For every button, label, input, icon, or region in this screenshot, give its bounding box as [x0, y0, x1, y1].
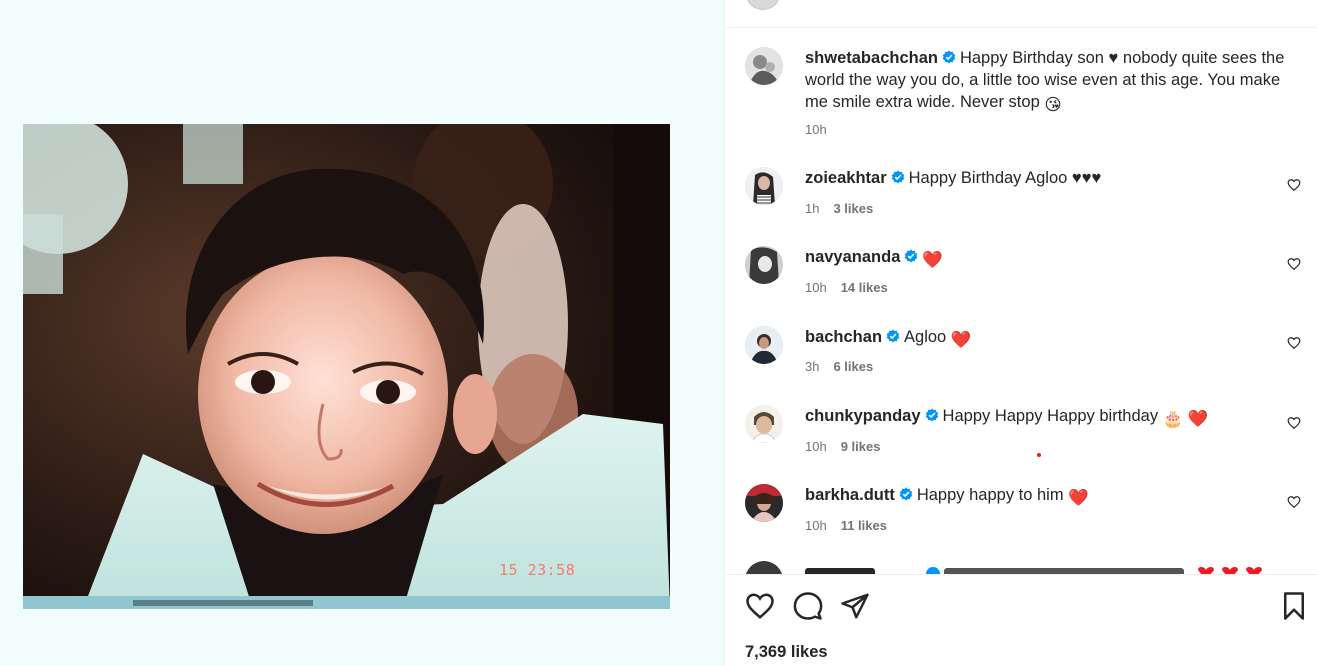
caption-username[interactable]: shwetabachchan: [805, 49, 938, 67]
like-comment-heart-icon[interactable]: [1287, 416, 1301, 430]
caption-text: shwetabachchan Happy Birthday son ♥ nobod…: [805, 47, 1295, 116]
red-heart-emoji: ❤️: [922, 251, 943, 269]
comment-body: Happy happy to him: [916, 486, 1064, 504]
avatar[interactable]: [745, 47, 783, 85]
comment-text: bachchan Agloo ❤️: [805, 326, 1295, 351]
photo-date-stamp: 15 23:58: [499, 561, 576, 579]
post-photo[interactable]: 15 23:58: [23, 124, 670, 609]
previous-item-strip: [726, 0, 1317, 28]
comment-meta: 1h 3 likes: [805, 201, 873, 216]
verified-badge-icon: [905, 249, 918, 263]
caption-meta: 10h: [805, 122, 827, 137]
verified-badge-icon: [886, 329, 900, 343]
red-heart-emoji: ❤️: [950, 331, 972, 349]
comment-username[interactable]: barkha.dutt: [805, 486, 895, 504]
heart-outline-icon[interactable]: [745, 591, 775, 621]
comment-meta: 10h 14 likes: [805, 280, 888, 295]
comment-text: chunkypanday Happy Happy Happy birthday 🎂…: [805, 405, 1295, 430]
media-pane: 15 23:58: [0, 0, 725, 666]
comment-time[interactable]: 10h: [805, 280, 827, 295]
comment-username[interactable]: zoieakhtar: [805, 169, 887, 187]
comment-likes[interactable]: 3 likes: [833, 201, 873, 216]
avatar[interactable]: [745, 484, 783, 522]
cake-heart-emoji: 🎂 ❤️: [1162, 410, 1209, 428]
comment-meta: 3h 6 likes: [805, 359, 873, 374]
like-comment-heart-icon[interactable]: [1287, 336, 1301, 350]
like-comment-heart-icon[interactable]: [1287, 495, 1301, 509]
comments-list[interactable]: shwetabachchan Happy Birthday son ♥ nobod…: [726, 28, 1317, 574]
comment-meta: 10h 11 likes: [805, 518, 887, 533]
comment-likes[interactable]: 9 likes: [841, 439, 881, 454]
verified-badge-icon: [899, 487, 913, 501]
paper-plane-icon[interactable]: [840, 591, 870, 621]
comment-time[interactable]: 1h: [805, 201, 819, 216]
comment-item-partial: [726, 560, 1317, 574]
winking-kiss-emoji: 😘: [1044, 96, 1062, 114]
bookmark-icon[interactable]: [1279, 591, 1309, 621]
avatar[interactable]: [745, 326, 783, 364]
comment-body: Happy Happy Happy birthday: [942, 407, 1159, 425]
comment-body: Happy Birthday Agloo ♥♥♥: [908, 169, 1102, 187]
comment-likes[interactable]: 6 likes: [833, 359, 873, 374]
avatar[interactable]: [745, 405, 783, 443]
comment-time[interactable]: 3h: [805, 359, 819, 374]
comment-username[interactable]: bachchan: [805, 328, 882, 346]
comment-username[interactable]: navyananda: [805, 248, 900, 266]
comment-text: barkha.dutt Happy happy to him ❤️: [805, 484, 1295, 509]
post-actions: 7,369 likes: [726, 574, 1317, 666]
comment-time[interactable]: 10h: [805, 439, 827, 454]
comment-bubble-icon[interactable]: [793, 591, 823, 621]
verified-badge-icon: [942, 50, 956, 64]
red-heart-emoji: ❤️: [1068, 489, 1089, 507]
like-comment-heart-icon[interactable]: [1287, 257, 1301, 271]
post-likes-count[interactable]: 7,369 likes: [745, 643, 828, 662]
verified-badge-icon: [891, 170, 904, 184]
comment-body: Agloo: [904, 328, 947, 346]
caption-time[interactable]: 10h: [805, 122, 827, 137]
comment-time[interactable]: 10h: [805, 518, 827, 533]
cursor-dot: [1037, 453, 1041, 457]
avatar[interactable]: [745, 167, 783, 205]
verified-badge-icon: [925, 408, 938, 422]
avatar[interactable]: [745, 246, 783, 284]
comment-likes[interactable]: 14 likes: [841, 280, 888, 295]
comment-likes[interactable]: 11 likes: [841, 518, 887, 533]
comment-username[interactable]: chunkypanday: [805, 407, 921, 425]
comment-text: zoieakhtar Happy Birthday Agloo ♥♥♥: [805, 167, 1295, 189]
comments-panel: shwetabachchan Happy Birthday son ♥ nobod…: [726, 0, 1317, 666]
comment-text: navyananda ❤️: [805, 246, 1295, 271]
like-comment-heart-icon[interactable]: [1287, 178, 1301, 192]
comment-meta: 10h 9 likes: [805, 439, 880, 454]
avatar[interactable]: [746, 0, 780, 10]
